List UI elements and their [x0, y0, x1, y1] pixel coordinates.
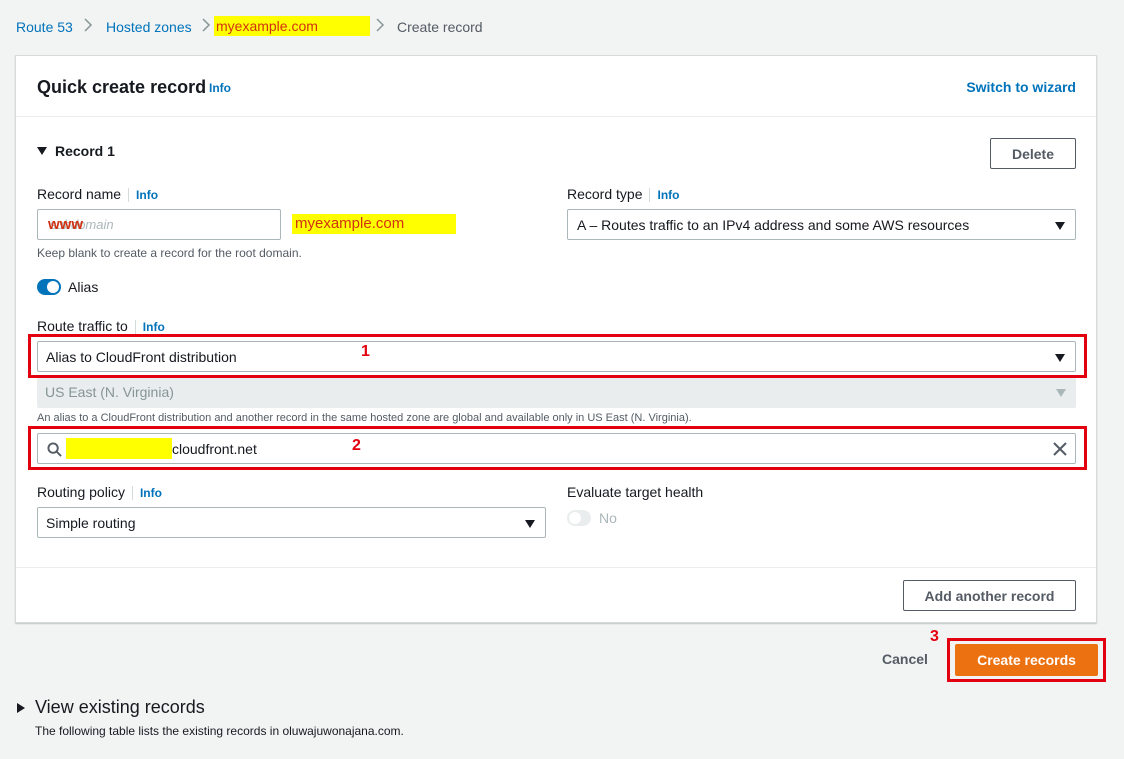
annotation-number-2: 2 [352, 437, 361, 454]
existing-records-expander[interactable]: View existing records [17, 697, 205, 718]
eval-health-value: No [599, 510, 617, 526]
toggle-knob [569, 512, 581, 524]
record-type-value: A – Routes traffic to an IPv4 address an… [577, 217, 970, 233]
routing-policy-label: Routing policy [37, 484, 125, 500]
breadcrumb-zone[interactable]: myexample.com [214, 16, 370, 36]
alias-label: Alias [68, 279, 99, 295]
title-info-link[interactable]: Info [209, 81, 231, 95]
record-name-label: Record name [37, 186, 122, 202]
caret-down-icon [37, 147, 47, 155]
chevron-right-icon [84, 18, 93, 32]
alias-note: An alias to a CloudFront distribution an… [37, 412, 692, 424]
record-name-input[interactable]: subdomain www [37, 209, 281, 240]
record-expander[interactable]: Record 1 [37, 143, 115, 159]
breadcrumb-route53[interactable]: Route 53 [16, 19, 73, 35]
caret-down-icon [525, 520, 535, 528]
region-select: US East (N. Virginia) [37, 377, 1076, 408]
route-traffic-label: Route traffic to [37, 318, 128, 334]
eval-health-toggle [567, 510, 591, 526]
record-name-label-row: Record name Info [37, 186, 158, 203]
caret-right-icon [17, 702, 25, 713]
caret-down-icon [1055, 222, 1065, 230]
record-type-label: Record type [567, 186, 643, 202]
routing-policy-select[interactable]: Simple routing [37, 507, 546, 538]
record-name-info-link[interactable]: Info [136, 188, 158, 202]
label-separator [128, 188, 130, 203]
annotation-number-1: 1 [361, 343, 370, 360]
routing-policy-label-row: Routing policy Info [37, 484, 162, 501]
page-title: Quick create record [37, 77, 207, 97]
record-name-value: www [48, 216, 84, 233]
delete-button[interactable]: Delete [990, 138, 1076, 169]
record-type-label-row: Record type Info [567, 186, 679, 203]
route-traffic-info-link[interactable]: Info [143, 320, 165, 334]
record-type-select[interactable]: A – Routes traffic to an IPv4 address an… [567, 209, 1076, 240]
alias-toggle[interactable] [37, 279, 61, 295]
annotation-box-2 [28, 426, 1087, 470]
label-separator [131, 486, 133, 501]
chevron-right-icon [202, 18, 211, 32]
cancel-button[interactable]: Cancel [882, 651, 928, 667]
annotation-number-3: 3 [930, 628, 939, 645]
existing-records-description: The following table lists the existing r… [35, 724, 404, 738]
record-section-title: Record 1 [55, 143, 115, 159]
add-another-record-button[interactable]: Add another record [903, 580, 1076, 611]
footer-divider [16, 567, 1096, 568]
annotation-box-1 [28, 334, 1087, 378]
route-traffic-label-row: Route traffic to Info [37, 318, 165, 335]
routing-policy-info-link[interactable]: Info [140, 486, 162, 500]
routing-policy-value: Simple routing [46, 515, 136, 531]
record-type-info-link[interactable]: Info [657, 188, 679, 202]
breadcrumb-current: Create record [397, 19, 483, 35]
chevron-right-icon [376, 18, 385, 32]
breadcrumb-hosted-zones[interactable]: Hosted zones [106, 19, 192, 35]
label-separator [649, 188, 651, 203]
region-value: US East (N. Virginia) [45, 384, 174, 400]
eval-health-label: Evaluate target health [567, 484, 704, 500]
create-records-button[interactable]: Create records [955, 644, 1098, 676]
toggle-knob [47, 281, 59, 293]
label-separator [134, 320, 136, 335]
record-name-hint: Keep blank to create a record for the ro… [37, 246, 302, 260]
caret-down-icon [1056, 389, 1066, 397]
header-divider [16, 116, 1096, 117]
switch-to-wizard-link[interactable]: Switch to wizard [966, 79, 1076, 95]
domain-suffix: myexample.com [292, 214, 456, 234]
existing-records-title: View existing records [35, 697, 205, 717]
